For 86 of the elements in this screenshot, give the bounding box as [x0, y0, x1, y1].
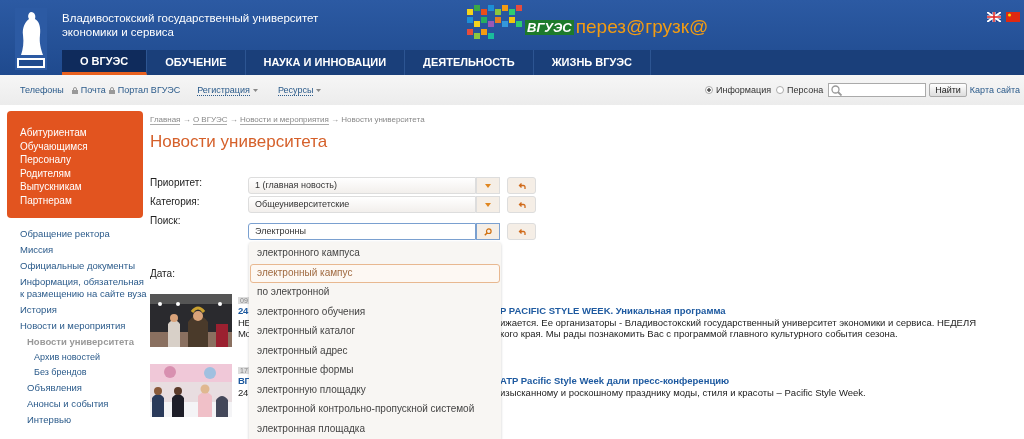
- china-flag-icon[interactable]: [1006, 12, 1020, 22]
- nav-tab[interactable]: О ВГУЭС: [62, 50, 148, 75]
- news-text: 24: [238, 386, 248, 398]
- search-input[interactable]: Электронны: [248, 223, 476, 240]
- select-field[interactable]: Общеуниверситетские: [248, 196, 476, 213]
- search-icon: [484, 227, 492, 236]
- sidebar-link[interactable]: Без брендов: [34, 367, 150, 379]
- sidebar-link[interactable]: Архив новостей: [34, 352, 150, 364]
- breadcrumb-link[interactable]: О ВГУЭС: [192, 115, 228, 125]
- breadcrumb-current: Новости университета: [341, 115, 425, 124]
- select-field[interactable]: 1 (главная новость): [248, 177, 476, 194]
- audience-link[interactable]: Абитуриентам: [20, 126, 143, 140]
- suggestion-item[interactable]: электронный кампус: [250, 263, 500, 283]
- breadcrumb-separator: →: [229, 115, 238, 124]
- lock-icon: [108, 86, 115, 94]
- suggestion-item[interactable]: электронная площадка: [250, 419, 500, 439]
- suggestion-item[interactable]: электронного обучения: [250, 302, 500, 322]
- suggestion-item[interactable]: электронные формы: [250, 361, 500, 381]
- suggestion-item[interactable]: электронную площадку: [250, 380, 500, 400]
- sidebar-link[interactable]: Объявления: [27, 382, 150, 395]
- suggestion-item[interactable]: электронной контрольно-пропускной системой: [250, 400, 500, 420]
- suggestion-item[interactable]: электронный адрес: [250, 341, 500, 361]
- caret-icon: [485, 183, 491, 188]
- dropdown-button[interactable]: [476, 196, 500, 213]
- toolbar-link[interactable]: Портал ВГУЭС: [117, 85, 181, 95]
- news-title[interactable]: ATP Pacific Style Week дали пресс-конференцию: [500, 375, 866, 387]
- undo-arrow-icon: [517, 182, 526, 189]
- filter-label: Приоритет:: [150, 177, 204, 189]
- reset-button[interactable]: [507, 196, 536, 213]
- undo-arrow-icon: [517, 228, 526, 235]
- audience-link[interactable]: Выпускникам: [20, 180, 143, 194]
- news-title[interactable]: P PACIFIC STYLE WEEK. Уникальная программа: [500, 305, 977, 317]
- slogan: перез@грузк@: [575, 16, 709, 38]
- reset-button[interactable]: [507, 177, 536, 194]
- sidebar-link[interactable]: Официальные документы: [20, 259, 150, 273]
- news-title[interactable]: ВГ: [238, 375, 250, 387]
- search-button[interactable]: [476, 223, 500, 240]
- suggestion-item[interactable]: по электронной: [250, 283, 500, 303]
- lock-icon: [71, 86, 78, 94]
- filter-label: Категория:: [150, 196, 201, 208]
- sidebar-link[interactable]: Информация, обязательная к размещению на сайте вуза: [20, 275, 150, 301]
- logo-caption: ВГУЭС: [525, 20, 574, 35]
- audience-link[interactable]: Родителям: [20, 166, 143, 181]
- sitemap-link[interactable]: Карта сайта: [969, 85, 1020, 95]
- toolbar-link[interactable]: Регистрация: [197, 84, 250, 96]
- sidebar-link[interactable]: История: [20, 304, 150, 317]
- news-text: изысканному и роскошному празднику моды, стиля и красоты – Pacific Style Week.: [500, 386, 866, 398]
- filter-label: Дата:: [150, 268, 176, 280]
- sidebar-link[interactable]: Интервью: [27, 414, 150, 427]
- sidebar-link[interactable]: Новости и мероприятия: [20, 320, 150, 333]
- search-field[interactable]: [828, 83, 927, 97]
- suggestion-item[interactable]: электронный каталог: [250, 322, 500, 342]
- toolbar-link[interactable]: Телефоны: [20, 85, 64, 95]
- radio-label[interactable]: Персона: [787, 85, 824, 95]
- sidebar-link[interactable]: Миссия: [20, 243, 150, 257]
- news-text: кого края. Мы рады познакомить Вас с программой главного культурного события сезона.: [500, 328, 899, 340]
- dropdown-button[interactable]: [476, 177, 500, 194]
- caret-icon: [485, 202, 491, 207]
- uk-flag-icon[interactable]: [987, 12, 1001, 22]
- breadcrumb-separator: →: [182, 115, 191, 124]
- reset-button[interactable]: [507, 223, 536, 240]
- mosaic-logo-icon: [467, 5, 523, 39]
- radio-button[interactable]: [776, 86, 785, 94]
- breadcrumb-link[interactable]: Новости и мероприятия: [239, 115, 329, 125]
- audience-link[interactable]: Обучающимся: [20, 139, 143, 154]
- sidebar-link[interactable]: Обращение ректора: [20, 227, 150, 241]
- page-title: Новости университета: [150, 132, 329, 152]
- breadcrumb-link[interactable]: Главная: [150, 115, 181, 125]
- news-title[interactable]: 24: [238, 305, 248, 317]
- audience-link[interactable]: Персоналу: [20, 153, 143, 167]
- sidebar-link[interactable]: Анонсы и события: [27, 398, 150, 411]
- filter-label: Поиск:: [150, 215, 182, 227]
- radio-button[interactable]: [705, 86, 713, 94]
- breadcrumb-separator: →: [330, 115, 339, 124]
- search-icon: [831, 84, 843, 96]
- news-text: ижается. Ее организаторы - Владивостокский государственный университет экономики и сервиса. НЕДЕЛЯ: [500, 316, 977, 328]
- radio-label[interactable]: Информация: [716, 85, 772, 95]
- toolbar-link[interactable]: Почта: [80, 85, 106, 95]
- undo-arrow-icon: [517, 201, 526, 208]
- audience-link[interactable]: Партнерам: [20, 193, 143, 208]
- toolbar-link[interactable]: Ресурсы: [277, 84, 314, 96]
- university-name: Владивостокский государственный университет экономики и сервиса: [62, 11, 320, 39]
- suggestion-item[interactable]: электронного кампуса: [250, 244, 500, 264]
- caret-icon[interactable]: [252, 88, 258, 92]
- search-button[interactable]: Найти: [929, 83, 967, 97]
- caret-icon[interactable]: [316, 88, 322, 92]
